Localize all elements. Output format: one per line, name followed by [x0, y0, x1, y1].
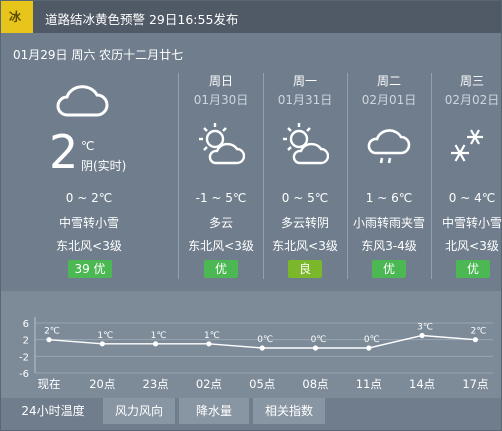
y-tick-label: -2: [19, 352, 29, 363]
data-point: [419, 332, 425, 339]
data-label: 1℃: [204, 331, 220, 341]
data-point: [46, 337, 52, 343]
day-date: 01月31日: [277, 93, 333, 107]
day-weather: 多云: [208, 216, 233, 230]
day-range: -1 ~ 5℃: [195, 191, 247, 205]
sun-cloud-icon: [283, 123, 329, 165]
divider: [347, 73, 348, 279]
day-weather: 多云转阴: [280, 216, 329, 230]
data-point: [99, 341, 105, 347]
rain-cloud-icon: [367, 129, 411, 164]
temp-unit: ℃: [81, 139, 95, 153]
data-label: 0℃: [311, 335, 327, 345]
day-weather: 小雨转雨夹雪: [352, 216, 425, 230]
today-wind: 东北风<3级: [56, 239, 122, 253]
x-tick-label: 11点: [356, 377, 382, 391]
y-tick-label: 6: [23, 319, 29, 330]
alert-badge-label: 冰: [9, 10, 22, 24]
tab-24h-temperature[interactable]: 24小时温度: [11, 398, 95, 424]
divider: [263, 73, 264, 279]
day-wind: 东北风<3级: [188, 239, 254, 253]
day-aqi-badge[interactable]: 良: [288, 260, 322, 278]
x-tick-label: 14点: [409, 377, 435, 391]
day-wind: 北风<3级: [445, 239, 499, 253]
day-range: 1 ~ 6℃: [365, 191, 413, 205]
cloud-icon: [56, 85, 109, 117]
day-range: 0 ~ 5℃: [281, 191, 329, 205]
tab-precipitation[interactable]: 降水量: [179, 398, 249, 424]
x-tick-label: 现在: [38, 377, 61, 391]
day-wind: 东风3-4级: [361, 239, 417, 253]
tab-indices[interactable]: 相关指数: [253, 398, 325, 424]
data-point: [312, 345, 319, 351]
snowflake-icon: [451, 129, 483, 162]
sun-cloud-icon: [199, 123, 245, 165]
data-label: 1℃: [151, 331, 167, 341]
divider: [431, 73, 432, 279]
day-range: 0 ~ 4℃: [448, 191, 496, 205]
x-tick-label: 23点: [143, 377, 169, 391]
y-tick-label: -6: [19, 369, 29, 380]
data-label: 1℃: [97, 331, 113, 341]
day-name: 周一: [292, 74, 317, 88]
day-aqi-badge[interactable]: 优: [372, 260, 406, 278]
today-range: 0 ~ 2℃: [65, 191, 113, 205]
day-wind: 东北风<3级: [272, 239, 338, 253]
data-point: [153, 341, 159, 347]
x-tick-label: 02点: [196, 377, 222, 391]
day-date: 02月01日: [361, 93, 417, 107]
y-tick-label: 2: [23, 336, 29, 347]
current-desc: 阴(实时): [81, 159, 127, 173]
alert-text[interactable]: 道路结冰黄色预警 29日16:55发布: [45, 9, 238, 28]
data-label: 2℃: [470, 327, 486, 337]
day-name: 周日: [208, 74, 233, 88]
data-label: 0℃: [257, 335, 273, 345]
temperature-chart: 6 2 -2 -6 2℃ 现在 1℃ 20点 1℃ 23点 1℃ 02点 0℃ 05点 0℃ 08点 0℃ 11点…: [19, 317, 493, 391]
today-weather: 中雪转小雪: [58, 216, 119, 230]
tab-wind[interactable]: 风力风向: [103, 398, 175, 424]
data-point: [206, 341, 212, 347]
alert-badge: 冰: [1, 1, 33, 33]
day-weather: 中雪转小雪: [441, 216, 502, 230]
day-aqi-badge[interactable]: 优: [456, 260, 490, 278]
chart-tabs: 24小时温度 风力风向 降水量 相关指数: [1, 398, 501, 430]
day-name: 周二: [376, 74, 401, 88]
data-point: [366, 345, 372, 351]
x-tick-label: 05点: [249, 377, 275, 391]
day-date: 01月30日: [193, 93, 249, 107]
data-point: [472, 337, 478, 343]
temperature-chart-panel: 6 2 -2 -6 2℃ 现在 1℃ 20点 1℃ 23点 1℃ 02点 0℃ 05点 0℃ 08点 0℃ 11点…: [1, 291, 501, 398]
day-aqi-badge[interactable]: 优: [204, 260, 238, 278]
data-label: 3℃: [417, 323, 433, 333]
day-name: 周三: [459, 74, 484, 88]
data-point: [259, 345, 265, 351]
today-aqi-badge[interactable]: 39 优: [68, 260, 112, 278]
alert-bar[interactable]: 冰 道路结冰黄色预警 29日16:55发布: [1, 1, 501, 33]
data-label: 0℃: [364, 335, 380, 345]
x-tick-label: 17点: [462, 377, 488, 391]
weather-widget: 冰 道路结冰黄色预警 29日16:55发布 01月29日 周六 农历十二月廿七 …: [0, 0, 502, 431]
current-temp: 2: [49, 125, 79, 179]
date-line: 01月29日 周六 农历十二月廿七: [13, 48, 184, 62]
x-tick-label: 20点: [89, 377, 115, 391]
divider: [178, 73, 179, 279]
data-label: 2℃: [44, 327, 60, 337]
day-date: 02月02日: [444, 93, 500, 107]
x-tick-label: 08点: [302, 377, 328, 391]
